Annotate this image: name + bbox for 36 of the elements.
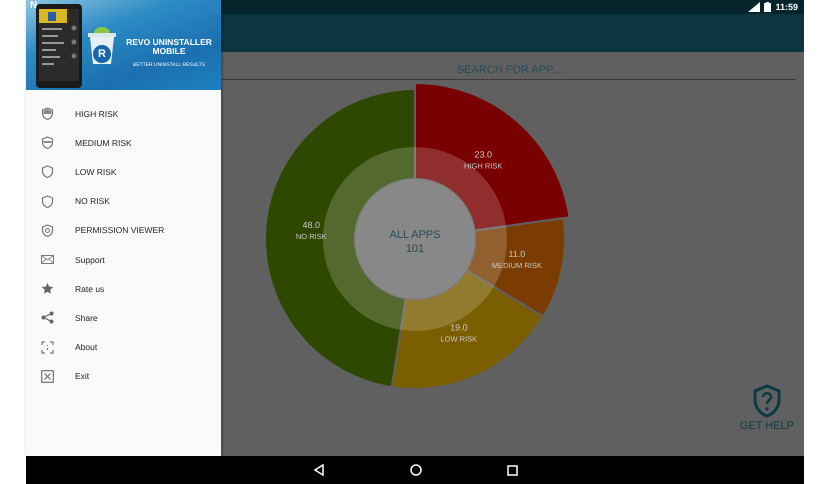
drawer-item[interactable]: NO RISK bbox=[26, 186, 221, 216]
share-icon bbox=[41, 311, 54, 324]
star-icon bbox=[41, 282, 54, 296]
shield-icon bbox=[41, 136, 54, 150]
drawer-item[interactable]: LOW RISK bbox=[26, 157, 221, 187]
drawer-item[interactable]: MEDIUM RISK bbox=[26, 128, 221, 158]
search-field[interactable]: SEARCH FOR APP... bbox=[222, 64, 796, 79]
back-icon[interactable] bbox=[312, 464, 324, 476]
center-count: 101 bbox=[406, 243, 424, 255]
drawer-item[interactable]: Exit bbox=[26, 362, 221, 391]
clock: 11:59 bbox=[775, 2, 798, 12]
app-title: REVO UNINSTALLER MOBILE bbox=[125, 38, 213, 56]
value-label: 19.0 bbox=[450, 322, 468, 332]
drawer-item[interactable]: Rate us bbox=[26, 274, 221, 304]
shield-icon bbox=[41, 165, 54, 178]
center-label: ALL APPS bbox=[390, 229, 440, 241]
brackets-icon bbox=[41, 340, 54, 354]
notification-icon: N bbox=[30, 0, 38, 11]
shield-question-icon bbox=[752, 384, 782, 418]
home-icon[interactable] bbox=[410, 464, 422, 476]
recents-icon[interactable] bbox=[506, 464, 518, 476]
signal-icon bbox=[748, 2, 760, 12]
close-box-icon bbox=[41, 370, 54, 383]
shield-icon bbox=[41, 107, 54, 120]
drawer-item[interactable]: HIGH RISK bbox=[26, 99, 221, 128]
drawer-item[interactable]: About bbox=[26, 332, 221, 362]
value-label: 48.0 bbox=[302, 220, 320, 230]
value-label: 23.0 bbox=[474, 150, 492, 160]
battery-icon bbox=[764, 2, 772, 12]
drawer-item[interactable]: Support bbox=[26, 244, 221, 274]
shield-eye-icon bbox=[41, 224, 54, 237]
envelope-icon bbox=[41, 253, 54, 266]
value-label: 11.0 bbox=[508, 248, 526, 259]
drawer-item[interactable]: PERMISSION VIEWER bbox=[26, 216, 221, 245]
drawer-item[interactable]: Share bbox=[26, 303, 221, 332]
shield-icon bbox=[41, 194, 54, 208]
